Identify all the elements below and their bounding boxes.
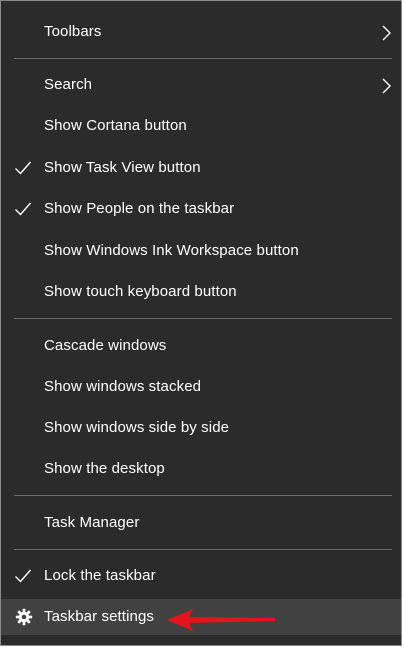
menu-item-label: Search <box>44 76 93 93</box>
menu-item-show-touch-keyboard-button[interactable]: Show touch keyboard button <box>1 274 401 310</box>
menu-separator <box>14 318 392 319</box>
menu-item-cascade-windows[interactable]: Cascade windows <box>1 328 401 364</box>
menu-item-show-task-view-button[interactable]: Show Task View button <box>1 150 401 186</box>
checkmark-icon <box>15 202 32 216</box>
menu-item-show-cortana-button[interactable]: Show Cortana button <box>1 108 401 144</box>
menu-separator <box>14 495 392 496</box>
menu-item-label: Show People on the taskbar <box>44 200 235 217</box>
menu-item-label: Lock the taskbar <box>44 567 156 584</box>
menu-item-label: Show Windows Ink Workspace button <box>44 242 299 259</box>
taskbar-context-menu: Toolbars Search Show Cortana button Show… <box>0 0 402 646</box>
menu-item-label: Taskbar settings <box>44 608 154 625</box>
menu-separator <box>14 549 392 550</box>
menu-item-show-the-desktop[interactable]: Show the desktop <box>1 451 401 487</box>
checkmark-icon <box>15 569 32 583</box>
menu-item-show-people[interactable]: Show People on the taskbar <box>1 191 401 227</box>
chevron-right-icon <box>382 78 391 94</box>
menu-item-show-windows-side-by-side[interactable]: Show windows side by side <box>1 410 401 446</box>
menu-item-show-windows-ink-button[interactable]: Show Windows Ink Workspace button <box>1 233 401 269</box>
checkmark-icon <box>15 161 32 175</box>
menu-item-label: Show windows side by side <box>44 419 230 436</box>
menu-item-toolbars[interactable]: Toolbars <box>1 14 401 50</box>
menu-item-label: Show windows stacked <box>44 378 202 395</box>
menu-item-lock-the-taskbar[interactable]: Lock the taskbar <box>1 558 401 594</box>
gear-icon <box>15 608 33 626</box>
menu-separator <box>14 58 392 59</box>
menu-item-label: Show Cortana button <box>44 117 187 134</box>
menu-item-label: Show touch keyboard button <box>44 283 237 300</box>
menu-item-label: Toolbars <box>44 23 102 40</box>
menu-item-task-manager[interactable]: Task Manager <box>1 505 401 541</box>
menu-item-label: Show Task View button <box>44 159 201 176</box>
menu-item-label: Task Manager <box>44 514 140 531</box>
red-arrow-annotation <box>167 609 275 631</box>
menu-item-label: Cascade windows <box>44 337 167 354</box>
menu-item-search[interactable]: Search <box>1 67 401 103</box>
menu-item-label: Show the desktop <box>44 460 165 477</box>
menu-item-show-windows-stacked[interactable]: Show windows stacked <box>1 369 401 405</box>
chevron-right-icon <box>382 25 391 41</box>
